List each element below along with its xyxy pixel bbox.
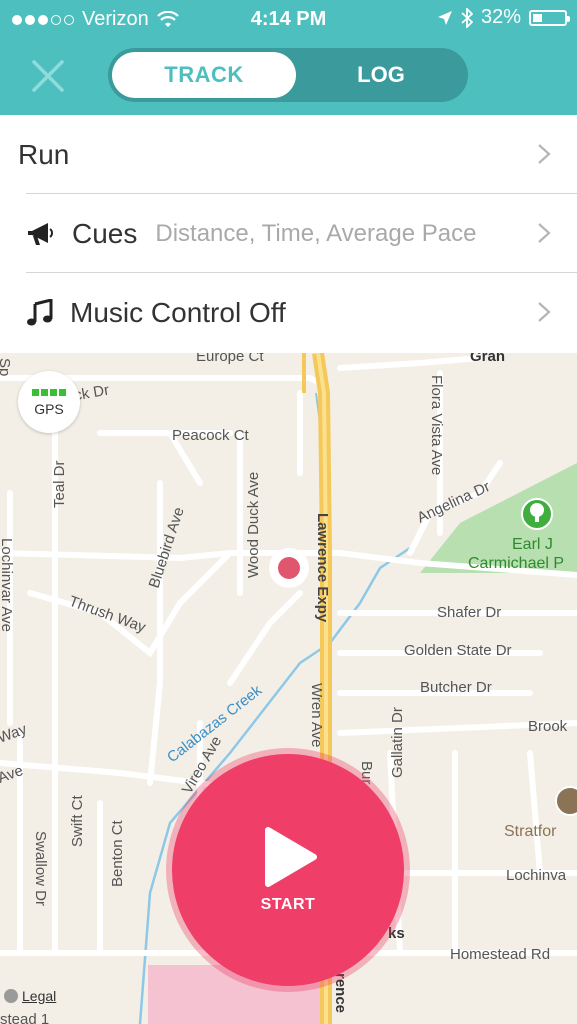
- street-label: Peacock Ct: [172, 427, 250, 444]
- app-header: Verizon 4:14 PM 32% TRACK LOG: [0, 0, 577, 115]
- battery-percent: 32%: [480, 6, 521, 28]
- street-label: Lawrence Expy: [314, 513, 331, 623]
- street-label: Sp: [0, 358, 13, 376]
- school-icon: [555, 786, 577, 816]
- street-label: Shafer Dr: [437, 604, 501, 621]
- street-label: stead 1: [0, 1011, 49, 1024]
- bluetooth-icon: [461, 7, 473, 28]
- street-label: Homestead Rd: [450, 946, 550, 963]
- street-label: Gallatin Dr: [389, 707, 406, 778]
- gps-signal-icon: [32, 389, 66, 396]
- apple-maps-icon: [4, 989, 18, 1003]
- music-note-icon: [27, 298, 53, 325]
- chevron-right-icon: [538, 144, 551, 164]
- street-label: Benton Ct: [109, 819, 126, 887]
- start-label: START: [260, 896, 316, 913]
- street-label: Wren Ave: [308, 683, 325, 747]
- street-label: Thrush Way: [67, 593, 149, 637]
- cues-row[interactable]: Cues Distance, Time, Average Pace: [0, 194, 577, 273]
- street-label: Teal Dr: [51, 460, 68, 508]
- battery-icon: [529, 9, 570, 26]
- location-arrow-icon: [437, 10, 452, 25]
- gps-label: GPS: [34, 401, 64, 417]
- street-label: Golden State Dr: [404, 642, 512, 659]
- street-label: Europe Ct: [196, 353, 264, 365]
- street-label: Gran: [470, 353, 505, 365]
- activity-label: Run: [18, 138, 70, 170]
- street-label: Flora Vista Ave: [428, 375, 445, 475]
- track-log-toggle: TRACK LOG: [108, 48, 468, 102]
- start-button[interactable]: START: [172, 754, 404, 986]
- play-icon: [265, 827, 317, 887]
- music-row[interactable]: Music Control Off: [0, 273, 577, 352]
- street-label: rence: [332, 973, 349, 1013]
- street-label: Stratfor: [504, 823, 557, 840]
- street-label: Brook: [528, 718, 568, 735]
- megaphone-icon: [28, 222, 53, 245]
- close-icon[interactable]: [30, 58, 66, 94]
- tab-log[interactable]: LOG: [298, 52, 464, 98]
- street-label: Way: [0, 721, 30, 747]
- activity-row[interactable]: Run: [0, 115, 577, 194]
- street-label: Earl J: [512, 536, 553, 553]
- street-label: Lochinvar Ave: [0, 538, 15, 632]
- street-label: Butcher Dr: [420, 679, 492, 696]
- music-label: Music Control Off: [70, 296, 286, 328]
- cues-label: Cues: [72, 217, 138, 249]
- street-label: Lochinva: [506, 867, 567, 884]
- street-label: Carmichael P: [468, 555, 564, 572]
- street-label: Wood Duck Ave: [245, 472, 262, 578]
- gps-indicator: GPS: [18, 371, 80, 433]
- legal-label: Legal: [22, 988, 57, 1004]
- status-bar: Verizon 4:14 PM 32%: [0, 0, 577, 40]
- cues-value: Distance, Time, Average Pace: [155, 219, 477, 247]
- street-label: Swallow Dr: [32, 831, 49, 906]
- workout-settings: Run Cues Distance, Time, Average Pace Mu…: [0, 115, 577, 353]
- street-label: Swift Ct: [69, 794, 86, 847]
- street-label: ks: [388, 925, 405, 942]
- street-label: Bluebird Ave: [146, 505, 188, 590]
- tab-track[interactable]: TRACK: [112, 52, 296, 98]
- legal-link[interactable]: Legal: [4, 988, 56, 1004]
- chevron-right-icon: [538, 302, 551, 322]
- chevron-right-icon: [538, 223, 551, 243]
